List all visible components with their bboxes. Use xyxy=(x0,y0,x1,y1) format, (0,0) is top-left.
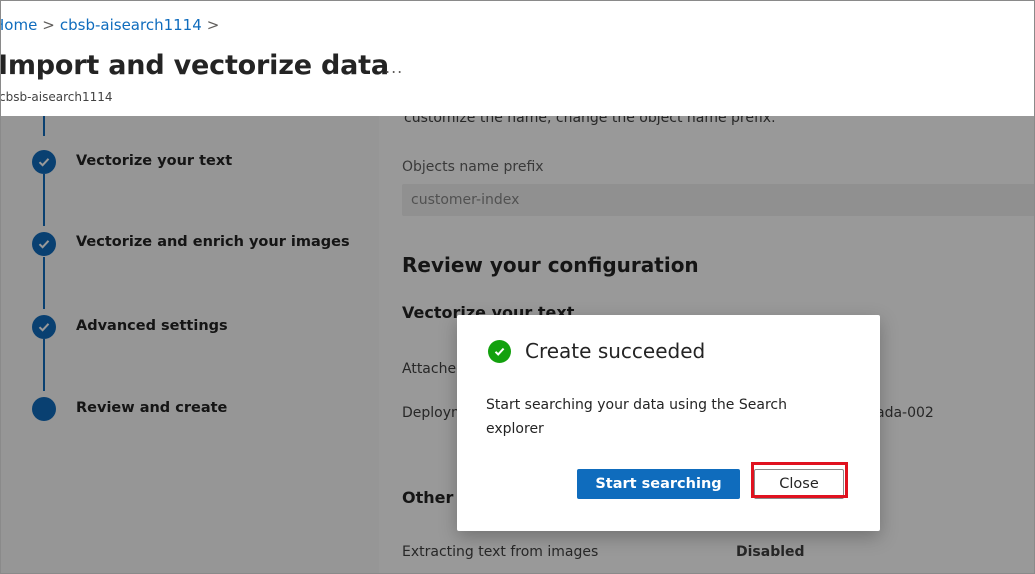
dialog-title: Create succeeded xyxy=(525,339,706,363)
start-searching-button[interactable]: Start searching xyxy=(577,469,740,499)
success-check-icon xyxy=(488,340,511,363)
app-frame: Home>cbsb-aisearch1114> Import and vecto… xyxy=(0,0,1035,574)
more-options-button[interactable]: ... xyxy=(385,58,403,77)
page-header: Home>cbsb-aisearch1114> Import and vecto… xyxy=(1,1,1034,116)
breadcrumb-separator: > xyxy=(42,16,55,34)
breadcrumb-separator: > xyxy=(206,16,220,34)
create-succeeded-dialog: Create succeeded Start searching your da… xyxy=(457,315,880,531)
breadcrumb-home-link[interactable]: Home xyxy=(1,16,37,34)
page-title: Import and vectorize data xyxy=(0,50,389,81)
breadcrumb: Home>cbsb-aisearch1114> xyxy=(1,16,224,34)
page-subtitle: cbsb-aisearch1114 xyxy=(0,90,113,104)
close-button-highlight xyxy=(751,462,848,498)
breadcrumb-service-link[interactable]: cbsb-aisearch1114 xyxy=(60,16,202,34)
dialog-message: Start searching your data using the Sear… xyxy=(486,397,787,437)
